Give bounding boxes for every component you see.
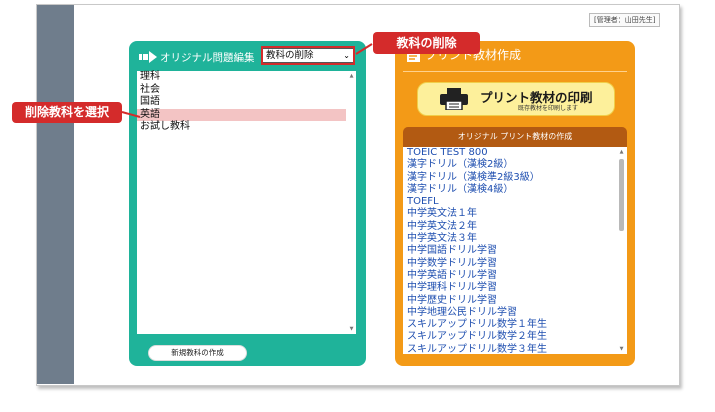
callout-select-subject: 削除教科を選択 [12, 102, 122, 123]
dropdown-highlight-box [261, 46, 355, 65]
callout-connectors [121, 43, 373, 118]
callout-delete-subject: 教科の削除 [373, 32, 480, 54]
